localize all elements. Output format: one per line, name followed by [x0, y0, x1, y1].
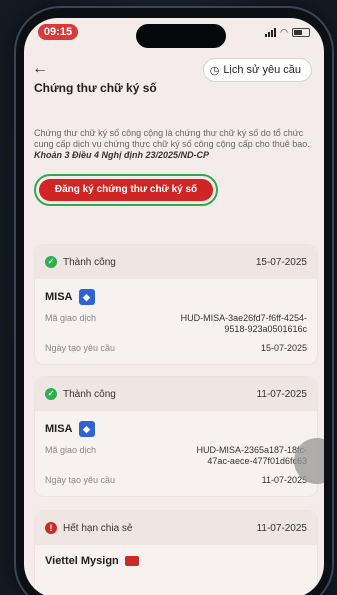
arrow-left-icon[interactable]: ← [32, 60, 48, 78]
created-row: Ngày tạo yêu cầu 11-07-2025 [35, 471, 317, 496]
card-date: 15-07-2025 [255, 256, 307, 268]
register-highlight: Đăng ký chứng thư chữ ký số [34, 174, 218, 206]
created-label: Ngày tạo yêu cầu [45, 343, 116, 353]
battery-icon [292, 28, 310, 37]
alert-circle-icon: ! [45, 522, 57, 534]
misa-logo-icon: ◆ [78, 289, 95, 305]
created-label: Ngày tạo yêu cầu [45, 475, 116, 485]
status-bar: 09:15 ◠ [24, 18, 324, 48]
provider-name: MISA [45, 423, 73, 435]
created-value: 15-07-2025 [260, 343, 307, 353]
tx-label: Mã giao dịch [45, 313, 97, 323]
description-text: Chứng thư chữ ký số công cộng là chứng t… [34, 128, 310, 149]
history-label: Lịch sử yêu cầu [223, 64, 301, 76]
created-value: 11-07-2025 [261, 475, 307, 485]
card-header: ✓ Thành công 15-07-2025 [35, 245, 317, 279]
viettel-logo-icon [124, 556, 139, 566]
register-button[interactable]: Đăng ký chứng thư chữ ký số [39, 179, 213, 201]
card-date: 11-07-2025 [256, 388, 307, 400]
certificate-card[interactable]: ✓ Thành công 11-07-2025 MISA ◆ Mã giao d… [34, 376, 318, 497]
page-title: Chứng thư chữ ký số [34, 81, 157, 95]
created-row: Ngày tạo yêu cầu 15-07-2025 [35, 339, 317, 364]
card-provider: MISA ◆ [35, 411, 317, 441]
tx-label: Mã giao dịch [45, 445, 97, 455]
status-time: 09:15 [38, 24, 78, 40]
dynamic-island [136, 24, 226, 48]
card-status: Hết hạn chia sẻ [63, 522, 133, 534]
signal-icon [265, 28, 277, 37]
card-date: 11-07-2025 [256, 522, 307, 534]
certificate-card[interactable]: ! Hết hạn chia sẻ 11-07-2025 Viettel Mys… [34, 510, 318, 595]
card-provider: MISA ◆ [35, 279, 317, 309]
misa-logo-icon: ◆ [78, 421, 95, 437]
tx-row: Mã giao dịch HUD-MISA-2365a187-18fc-47ac… [35, 441, 317, 471]
clock-history-icon: ◷ [209, 64, 220, 77]
check-circle-icon: ✓ [45, 256, 57, 268]
certificate-card[interactable]: ✓ Thành công 15-07-2025 MISA ◆ Mã giao d… [34, 244, 318, 365]
tx-value: HUD-MISA-3ae26fd7-f6ff-4254-9518-923a050… [180, 313, 307, 334]
provider-name: Viettel Mysign [45, 555, 119, 567]
card-header: ! Hết hạn chia sẻ 11-07-2025 [35, 511, 317, 545]
description-citation: Khoản 3 Điều 4 Nghị định 23/2025/ND-CP [34, 150, 210, 160]
tx-value: HUD-MISA-2365a187-18fc-47ac-aece-477f01d… [196, 445, 307, 466]
description: Chứng thư chữ ký số công cộng là chứng t… [34, 128, 314, 161]
card-status: Thành công [63, 256, 116, 268]
system-icons: ◠ [265, 27, 310, 38]
provider-name: MISA [45, 291, 73, 303]
wifi-icon: ◠ [280, 27, 288, 37]
history-button[interactable]: ◷ Lịch sử yêu cầu [202, 58, 312, 82]
card-status: Thành công [63, 388, 116, 400]
card-header: ✓ Thành công 11-07-2025 [35, 377, 317, 411]
app-screen: 09:15 ◠ ← ◷ Lịch sử yêu cầu Chứng thư ch… [24, 18, 324, 595]
card-provider: Viettel Mysign [35, 545, 317, 571]
tx-row: Mã giao dịch HUD-MISA-3ae26fd7-f6ff-4254… [35, 309, 317, 339]
check-circle-icon: ✓ [45, 388, 57, 400]
